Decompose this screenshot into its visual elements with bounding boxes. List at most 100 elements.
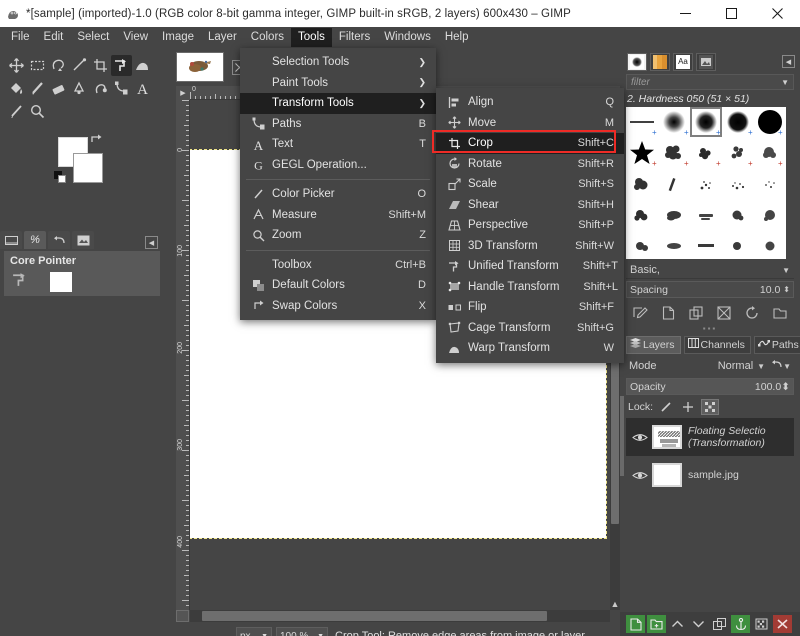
brush-item[interactable]: [722, 200, 754, 230]
tool-measure[interactable]: [69, 55, 90, 76]
lock-position-icon[interactable]: [679, 399, 697, 415]
quick-mask-toggle[interactable]: [176, 610, 189, 622]
brush-item[interactable]: [754, 200, 786, 230]
chevron-down-icon[interactable]: ▼: [781, 78, 789, 87]
tool-move[interactable]: [6, 55, 27, 76]
chevron-down-icon[interactable]: ▼: [783, 362, 791, 371]
scrollbar-thumb-horizontal[interactable]: [202, 611, 547, 621]
menu-item-toolbox[interactable]: Toolbox Ctrl+B: [240, 255, 436, 276]
lock-alpha-icon[interactable]: [701, 399, 720, 415]
new-layer-icon[interactable]: [626, 615, 645, 633]
tool-paths[interactable]: [111, 78, 132, 99]
chevron-down-icon[interactable]: ▼: [757, 362, 765, 371]
dock-edge-scrollbar[interactable]: [620, 396, 624, 476]
tool-crop[interactable]: [90, 55, 111, 76]
brush-spacing-field[interactable]: Spacing 10.0 ⬍: [626, 281, 794, 298]
menu-tools[interactable]: Tools: [291, 28, 332, 47]
menu-item-shear[interactable]: Shear Shift+H: [436, 195, 624, 216]
delete-brush-icon[interactable]: [715, 304, 733, 322]
menu-item-handle-transform[interactable]: Handle Transform Shift+L: [436, 277, 624, 298]
brush-item[interactable]: [722, 231, 754, 259]
tool-rect-select[interactable]: [27, 55, 48, 76]
tab-document-history[interactable]: [696, 52, 716, 71]
menu-item-warp-transform[interactable]: Warp Transform W: [436, 338, 624, 359]
duplicate-layer-icon[interactable]: [710, 615, 729, 633]
brush-item[interactable]: [658, 169, 690, 199]
tab-images[interactable]: [72, 231, 94, 249]
menu-item-paths[interactable]: Paths B: [240, 114, 436, 135]
menu-item-selection-tools[interactable]: Selection Tools ❯: [240, 52, 436, 73]
tool-unified-transform[interactable]: [111, 55, 132, 76]
merge-down-icon[interactable]: [752, 615, 771, 633]
reset-mode-icon[interactable]: [771, 359, 783, 373]
menu-item-align[interactable]: Align Q: [436, 92, 624, 113]
menu-item-perspective[interactable]: Perspective Shift+P: [436, 215, 624, 236]
brush-item[interactable]: [722, 169, 754, 199]
minimize-button[interactable]: [662, 0, 708, 27]
menu-item-gegl-operation[interactable]: G GEGL Operation...: [240, 155, 436, 176]
tool-zoom[interactable]: [27, 101, 48, 122]
brush-tag-combo[interactable]: Basic, ▼: [626, 262, 794, 279]
anchor-layer-icon[interactable]: [731, 615, 750, 633]
tool-free-select[interactable]: [48, 55, 69, 76]
menu-item-swap-colors[interactable]: Swap Colors X: [240, 296, 436, 317]
brush-item[interactable]: [690, 200, 722, 230]
tab-fonts[interactable]: Aa: [673, 52, 693, 71]
tab-layers[interactable]: Layers: [626, 335, 681, 354]
menu-item-text[interactable]: A Text T: [240, 134, 436, 155]
tool-pencil[interactable]: [6, 101, 27, 122]
mode-value[interactable]: Normal: [718, 360, 753, 372]
new-layer-group-icon[interactable]: [647, 615, 666, 633]
tool-eraser[interactable]: [48, 78, 69, 99]
layer-thumbnail[interactable]: [652, 463, 682, 487]
scroll-up-icon[interactable]: ▲: [610, 598, 620, 610]
duplicate-brush-icon[interactable]: [687, 304, 705, 322]
tab-channels[interactable]: Channels: [683, 335, 751, 354]
layer-opacity-row[interactable]: Opacity 100.0 ⬍: [626, 378, 794, 395]
menu-item-default-colors[interactable]: Default Colors D: [240, 275, 436, 296]
tab-tool-options[interactable]: [0, 231, 22, 249]
tool-text[interactable]: A: [132, 78, 153, 99]
vertical-ruler[interactable]: 0 100 200 300 400: [176, 100, 190, 610]
menu-item-scale[interactable]: Scale Shift+S: [436, 174, 624, 195]
brush-item[interactable]: [754, 169, 786, 199]
menu-layer[interactable]: Layer: [201, 28, 244, 47]
tab-patterns[interactable]: [650, 52, 670, 71]
menu-item-3d-transform[interactable]: 3D Transform Shift+W: [436, 236, 624, 257]
brush-item[interactable]: [754, 231, 786, 259]
tool-bucket-fill[interactable]: [6, 78, 27, 99]
menu-view[interactable]: View: [116, 28, 155, 47]
tab-brushes[interactable]: [627, 52, 647, 71]
layer-thumbnail[interactable]: [652, 425, 682, 449]
device-color-swatch[interactable]: [50, 271, 72, 292]
visibility-eye-icon[interactable]: [630, 432, 650, 443]
swap-colors-icon[interactable]: [90, 133, 103, 148]
zoom-selector[interactable]: 100 % ▼: [276, 627, 328, 636]
spinner-icon[interactable]: ⬍: [783, 285, 790, 294]
lower-layer-icon[interactable]: [689, 615, 708, 633]
delete-layer-icon[interactable]: [773, 615, 792, 633]
menu-select[interactable]: Select: [70, 28, 116, 47]
menu-item-move[interactable]: Move M: [436, 113, 624, 134]
lock-pixels-icon[interactable]: [657, 399, 675, 415]
raise-layer-icon[interactable]: [668, 615, 687, 633]
menu-image[interactable]: Image: [155, 28, 201, 47]
brush-filter-input[interactable]: filter ▼: [626, 74, 794, 90]
brush-item[interactable]: [626, 231, 658, 259]
menu-filters[interactable]: Filters: [332, 28, 377, 47]
menu-item-crop[interactable]: Crop Shift+C: [436, 133, 624, 154]
refresh-brushes-icon[interactable]: [743, 304, 761, 322]
open-brush-as-image-icon[interactable]: [771, 304, 789, 322]
background-color-swatch[interactable]: [73, 153, 103, 183]
tab-paths[interactable]: Paths: [753, 335, 800, 354]
canvas-horizontal-scrollbar[interactable]: [190, 610, 610, 622]
tool-smudge[interactable]: [69, 78, 90, 99]
brush-item[interactable]: [690, 169, 722, 199]
menu-item-rotate[interactable]: Rotate Shift+R: [436, 154, 624, 175]
menu-file[interactable]: File: [4, 28, 37, 47]
default-colors-icon[interactable]: [54, 171, 67, 184]
tool-clone[interactable]: [90, 78, 111, 99]
layer-row-floating-selection[interactable]: Floating Selectio (Transformation): [626, 418, 794, 456]
menu-item-transform-tools[interactable]: Transform Tools ❯: [240, 93, 436, 114]
menu-windows[interactable]: Windows: [377, 28, 438, 47]
